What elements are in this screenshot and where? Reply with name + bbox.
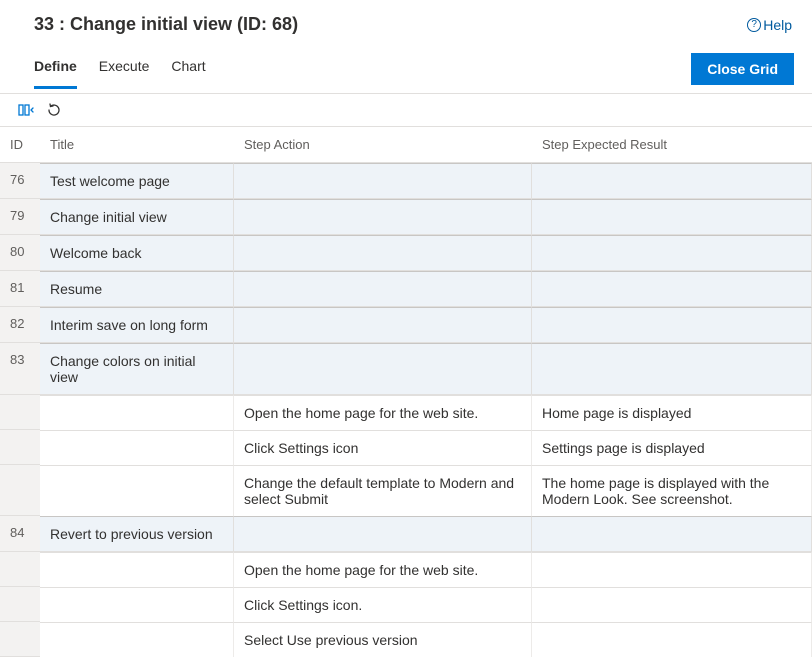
col-header-title[interactable]: Title [40, 127, 234, 163]
help-link[interactable]: ? Help [747, 17, 792, 33]
table-row[interactable]: Click Settings iconSettings page is disp… [0, 430, 812, 465]
cell-id[interactable]: 80 [0, 235, 40, 271]
cell-step-action[interactable] [234, 271, 532, 307]
cell-title[interactable]: Interim save on long form [40, 307, 234, 343]
table-row[interactable]: 83Change colors on initial view [0, 343, 812, 395]
cell-title[interactable]: Change initial view [40, 199, 234, 235]
cell-id[interactable]: 83 [0, 343, 40, 395]
cell-step-expected[interactable] [532, 622, 812, 657]
toolbar [0, 94, 812, 127]
cell-title[interactable] [40, 552, 234, 587]
cell-step-action[interactable] [234, 235, 532, 271]
tab-chart[interactable]: Chart [171, 58, 205, 89]
cell-step-action[interactable] [234, 516, 532, 552]
cell-step-expected[interactable] [532, 271, 812, 307]
cell-step-action[interactable] [234, 343, 532, 395]
cell-title[interactable]: Resume [40, 271, 234, 307]
cell-step-expected[interactable]: Home page is displayed [532, 395, 812, 430]
col-header-step-action[interactable]: Step Action [234, 127, 532, 163]
cell-id[interactable]: 84 [0, 516, 40, 552]
help-label: Help [763, 17, 792, 33]
table-row[interactable]: Change the default template to Modern an… [0, 465, 812, 516]
table-row[interactable]: 82Interim save on long form [0, 307, 812, 343]
cell-title[interactable] [40, 622, 234, 657]
tab-define[interactable]: Define [34, 58, 77, 89]
cell-id[interactable] [0, 552, 40, 587]
table-row[interactable]: Click Settings icon. [0, 587, 812, 622]
tabs: Define Execute Chart [34, 58, 206, 88]
table-row[interactable]: Open the home page for the web site. [0, 552, 812, 587]
cell-step-expected[interactable] [532, 343, 812, 395]
cell-step-action[interactable]: Click Settings icon. [234, 587, 532, 622]
cell-id[interactable]: 79 [0, 199, 40, 235]
cell-step-action[interactable]: Click Settings icon [234, 430, 532, 465]
cell-step-action[interactable] [234, 199, 532, 235]
cell-step-action[interactable]: Open the home page for the web site. [234, 552, 532, 587]
cell-step-action[interactable] [234, 307, 532, 343]
table-row[interactable]: Select Use previous version [0, 622, 812, 657]
cell-id[interactable]: 76 [0, 163, 40, 199]
cell-step-expected[interactable] [532, 552, 812, 587]
cell-title[interactable] [40, 465, 234, 516]
refresh-icon[interactable] [46, 102, 62, 118]
cell-step-expected[interactable] [532, 307, 812, 343]
cell-step-expected[interactable]: The home page is displayed with the Mode… [532, 465, 812, 516]
cell-id[interactable] [0, 430, 40, 465]
cell-title[interactable]: Welcome back [40, 235, 234, 271]
cell-title[interactable] [40, 395, 234, 430]
cell-title[interactable]: Revert to previous version [40, 516, 234, 552]
cell-title[interactable]: Change colors on initial view [40, 343, 234, 395]
data-grid: ID Title Step Action Step Expected Resul… [0, 127, 812, 657]
cell-title[interactable] [40, 430, 234, 465]
cell-step-action[interactable]: Open the home page for the web site. [234, 395, 532, 430]
column-options-icon[interactable] [18, 102, 34, 118]
col-header-step-expected[interactable]: Step Expected Result [532, 127, 812, 163]
cell-id[interactable]: 81 [0, 271, 40, 307]
table-row[interactable]: 79Change initial view [0, 199, 812, 235]
cell-step-expected[interactable] [532, 516, 812, 552]
table-row[interactable]: Open the home page for the web site.Home… [0, 395, 812, 430]
page-title: 33 : Change initial view (ID: 68) [34, 14, 298, 35]
cell-id[interactable]: 82 [0, 307, 40, 343]
cell-title[interactable] [40, 587, 234, 622]
table-row[interactable]: 84Revert to previous version [0, 516, 812, 552]
cell-step-action[interactable] [234, 163, 532, 199]
cell-step-action[interactable]: Select Use previous version [234, 622, 532, 657]
cell-id[interactable] [0, 622, 40, 657]
table-row[interactable]: 76Test welcome page [0, 163, 812, 199]
table-row[interactable]: 80Welcome back [0, 235, 812, 271]
cell-step-action[interactable]: Change the default template to Modern an… [234, 465, 532, 516]
col-header-id[interactable]: ID [0, 127, 40, 163]
cell-step-expected[interactable] [532, 587, 812, 622]
cell-id[interactable] [0, 465, 40, 516]
cell-step-expected[interactable] [532, 235, 812, 271]
tab-execute[interactable]: Execute [99, 58, 150, 89]
cell-step-expected[interactable]: Settings page is displayed [532, 430, 812, 465]
table-row[interactable]: 81Resume [0, 271, 812, 307]
close-grid-button[interactable]: Close Grid [691, 53, 794, 85]
cell-step-expected[interactable] [532, 199, 812, 235]
cell-id[interactable] [0, 587, 40, 622]
cell-step-expected[interactable] [532, 163, 812, 199]
cell-title[interactable]: Test welcome page [40, 163, 234, 199]
cell-id[interactable] [0, 395, 40, 430]
help-icon: ? [747, 18, 761, 32]
